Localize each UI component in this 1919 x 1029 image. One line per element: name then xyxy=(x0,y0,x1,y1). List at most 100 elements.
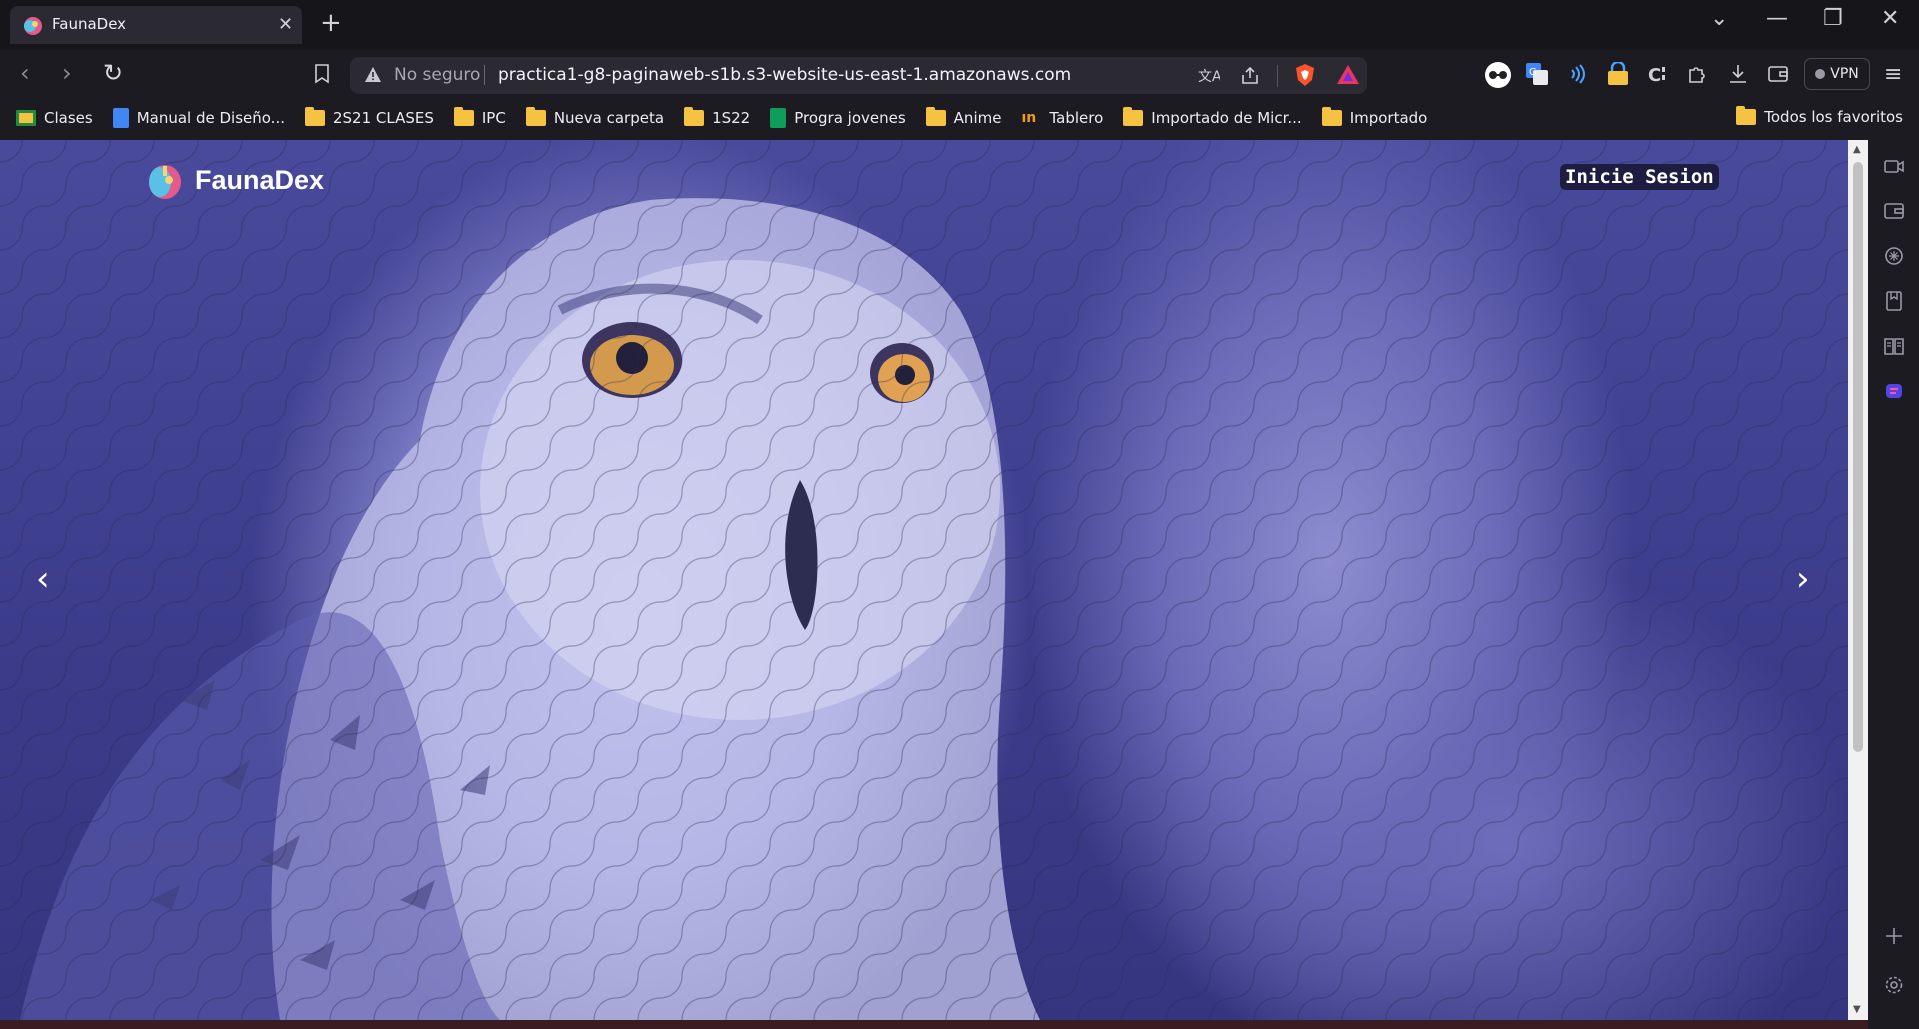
folder-icon xyxy=(1736,106,1757,125)
bookmark-label: 2S21 CLASES xyxy=(332,109,434,127)
classroom-icon xyxy=(16,110,36,126)
site-brand-name: FaunaDex xyxy=(195,164,325,195)
all-bookmarks-button[interactable]: Todos los favoritos xyxy=(1736,106,1903,126)
folder-icon xyxy=(453,107,474,126)
read-aloud-extension-icon[interactable] xyxy=(1566,62,1590,86)
restore-button[interactable]: ❐ xyxy=(1823,6,1843,31)
bookmark-label: Importado de Micr... xyxy=(1151,109,1302,127)
bookmark-item[interactable]: Importado de Micr... xyxy=(1123,107,1302,128)
folder-icon xyxy=(684,107,705,126)
browser-tab[interactable]: FaunaDex ✕ xyxy=(10,6,302,44)
coupons-extension-icon[interactable]: C xyxy=(1646,62,1670,86)
folder-icon xyxy=(925,107,946,126)
bookmark-label: IPC xyxy=(481,109,506,127)
google-translate-extension-icon[interactable]: G xyxy=(1525,62,1549,86)
svg-text:文A: 文A xyxy=(1198,69,1220,85)
page-scrollbar[interactable]: ▲ ▼ xyxy=(1848,140,1868,1020)
vpn-label: VPN xyxy=(1830,66,1859,82)
bookmark-item[interactable]: 1S22 xyxy=(684,107,751,128)
bookmark-item[interactable]: Importado xyxy=(1321,107,1428,128)
bookmark-item[interactable]: 2S21 CLASES xyxy=(304,107,434,128)
faunadex-favicon-icon xyxy=(24,17,42,35)
translate-icon[interactable]: 文A xyxy=(1198,66,1220,86)
bookmark-label: 1S22 xyxy=(712,109,751,127)
bookmark-item[interactable]: IPC xyxy=(453,107,506,128)
carousel-next-button[interactable]: › xyxy=(1796,562,1810,596)
minimize-button[interactable]: — xyxy=(1766,6,1788,31)
close-window-button[interactable]: ✕ xyxy=(1881,6,1899,31)
vpn-button[interactable]: VPN xyxy=(1804,58,1870,90)
back-button[interactable]: ‹ xyxy=(20,61,30,85)
url-text[interactable]: practica1-g8-paginaweb-s1b.s3-website-us… xyxy=(498,65,1071,85)
bookmark-item[interactable]: Manual de Diseño... xyxy=(112,108,285,128)
bottom-edge xyxy=(0,1020,1868,1029)
folder-icon xyxy=(525,107,546,126)
faunadex-logo-icon xyxy=(149,165,181,199)
bookmark-label: Nueva carpeta xyxy=(553,109,665,127)
sidebar-settings-gear-icon[interactable] xyxy=(1883,974,1905,996)
folder-icon xyxy=(304,107,325,126)
password-manager-extension-icon[interactable] xyxy=(1606,62,1630,86)
bookmark-label: Clases xyxy=(44,109,93,127)
wave-pattern-overlay xyxy=(0,140,1848,1020)
tab-title: FaunaDex xyxy=(52,15,127,33)
docs-icon xyxy=(112,108,129,128)
address-bar[interactable]: No seguro practica1-g8-paginaweb-s1b.s3-… xyxy=(350,57,1367,94)
browser-toolbar: ‹ › ↻ No seguro practica1-g8-paginaweb-s… xyxy=(0,50,1919,100)
scroll-up-icon[interactable]: ▲ xyxy=(1853,144,1861,155)
extensions-puzzle-icon[interactable] xyxy=(1686,62,1710,86)
bookmark-label: Manual de Diseño... xyxy=(136,109,285,127)
all-bookmarks-label: Todos los favoritos xyxy=(1764,108,1903,126)
bookmark-item[interactable]: ın Tablero xyxy=(1021,108,1103,128)
reload-button[interactable]: ↻ xyxy=(103,61,123,85)
folder-icon xyxy=(1321,107,1342,126)
bookmark-item[interactable]: Anime xyxy=(925,107,1002,128)
bookmark-item[interactable]: Nueva carpeta xyxy=(525,107,665,128)
add-sidebar-item-icon[interactable] xyxy=(1883,925,1905,947)
bookmarks-bar: Clases Manual de Diseño... 2S21 CLASES IPC N… xyxy=(0,100,1919,140)
close-tab-icon[interactable]: ✕ xyxy=(278,14,293,35)
bookmark-label: Importado xyxy=(1349,109,1428,127)
tab-strip: FaunaDex ✕ + ⌄ — ❐ ✕ xyxy=(0,0,1919,50)
scroll-down-icon[interactable]: ▼ xyxy=(1853,1004,1861,1015)
tablero-icon: ın xyxy=(1021,110,1037,126)
bookmark-label: Progra jovenes xyxy=(794,109,906,127)
brave-shields-icon[interactable] xyxy=(1294,63,1316,87)
url-separator xyxy=(484,65,485,85)
brave-rewards-icon[interactable] xyxy=(1336,64,1360,86)
main-menu-button[interactable]: ≡ xyxy=(1884,62,1902,87)
vpn-status-dot xyxy=(1815,69,1826,79)
sheets-icon xyxy=(770,108,787,128)
brave-talk-icon[interactable] xyxy=(1883,380,1905,402)
tab-list-icon[interactable]: ⌄ xyxy=(1710,6,1728,31)
warning-icon[interactable] xyxy=(364,66,382,84)
web-page: FaunaDex Inicie Sesion ‹ › xyxy=(0,140,1848,1020)
bookmark-list: Clases Manual de Diseño... 2S21 CLASES IPC N… xyxy=(16,107,1428,128)
svg-text:C: C xyxy=(1648,65,1661,86)
wallet-icon[interactable] xyxy=(1766,62,1790,86)
new-tab-button[interactable]: + xyxy=(320,9,342,37)
video-call-icon[interactable] xyxy=(1883,155,1905,177)
bookmark-page-icon[interactable] xyxy=(314,64,330,84)
forward-button[interactable]: › xyxy=(62,61,72,85)
bookmark-label: Tablero xyxy=(1049,109,1104,127)
ai-assistant-icon[interactable] xyxy=(1883,245,1905,267)
security-status[interactable]: No seguro xyxy=(394,65,480,85)
bookmark-item[interactable]: Progra jovenes xyxy=(770,108,906,128)
downloads-icon[interactable] xyxy=(1726,62,1750,86)
scrollbar-thumb[interactable] xyxy=(1853,162,1863,752)
browser-sidebar xyxy=(1868,140,1919,1029)
svg-text:G: G xyxy=(1529,67,1537,78)
urlbar-divider xyxy=(1277,65,1278,87)
reading-list-icon[interactable] xyxy=(1883,335,1905,357)
bookmark-item[interactable]: Clases xyxy=(16,108,93,128)
bookmarks-panel-icon[interactable] xyxy=(1883,290,1905,312)
bookmark-label: Anime xyxy=(953,109,1002,127)
carousel-prev-button[interactable]: ‹ xyxy=(36,562,50,596)
site-logo[interactable]: FaunaDex xyxy=(147,160,324,200)
profile-avatar-icon[interactable] xyxy=(1484,61,1512,89)
sidebar-wallet-icon[interactable] xyxy=(1883,200,1905,222)
login-button[interactable]: Inicie Sesion xyxy=(1560,164,1719,190)
folder-icon xyxy=(1123,107,1144,126)
share-icon[interactable] xyxy=(1240,66,1260,86)
